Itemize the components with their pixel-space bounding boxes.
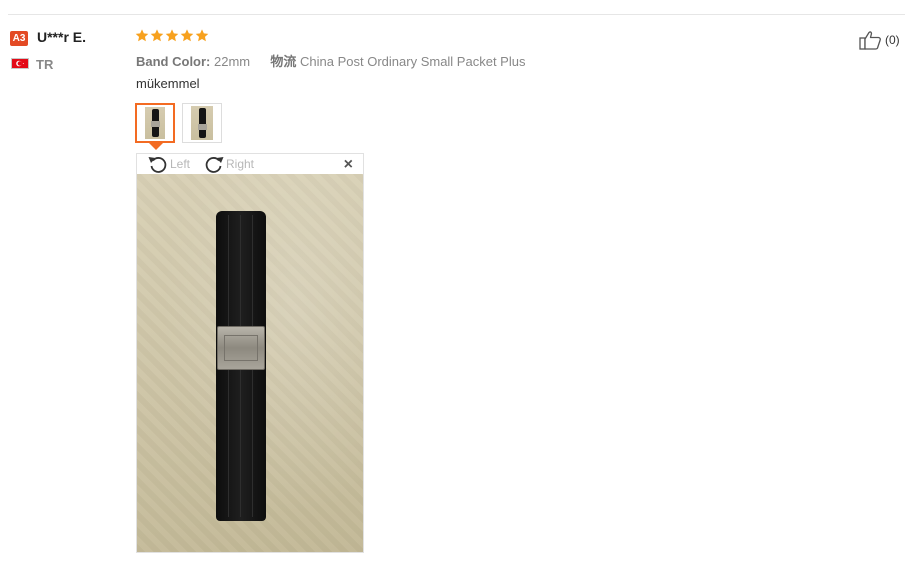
image-viewer-toolbar: Left Right ×	[137, 154, 363, 174]
buyer-level-badge: A3	[10, 31, 28, 46]
review-photo	[137, 174, 363, 552]
section-divider	[8, 14, 905, 15]
logistics-value: China Post Ordinary Small Packet Plus	[300, 54, 526, 69]
logistics-label: 物流	[270, 54, 297, 69]
helpful-button[interactable]: (0)	[859, 30, 900, 50]
rotate-right-label: Right	[226, 157, 255, 171]
star-icon	[150, 29, 164, 42]
reviewer-country: TR	[36, 57, 54, 72]
turkey-flag-icon	[11, 58, 29, 69]
rotate-left-icon	[148, 157, 167, 173]
rotate-right-button[interactable]: Right	[203, 154, 254, 174]
star-icon	[135, 29, 149, 42]
reviewer-name: U***r E.	[37, 29, 87, 45]
order-attributes: Band Color: 22mm 物流 China Post Ordinary …	[136, 51, 525, 70]
rotate-left-button[interactable]: Left	[147, 154, 190, 174]
buckle-image	[217, 326, 265, 370]
close-viewer-button[interactable]: ×	[344, 157, 353, 173]
selected-thumbnail-pointer	[149, 143, 163, 150]
rotate-left-label: Left	[170, 157, 191, 171]
band-color-value: 22mm	[214, 54, 251, 69]
review-thumbnail-2[interactable]	[182, 103, 222, 143]
review-thumbnail-1[interactable]	[135, 103, 175, 143]
image-viewer: Left Right ×	[136, 153, 364, 553]
helpful-count: (0)	[885, 33, 900, 47]
rotate-right-icon	[205, 157, 224, 173]
thumbs-up-icon	[859, 31, 881, 50]
star-icon	[180, 29, 194, 42]
star-rating	[135, 28, 209, 45]
band-color-label: Band Color:	[136, 54, 211, 69]
star-icon	[195, 29, 209, 42]
review-text: mükemmel	[136, 76, 200, 91]
star-icon	[165, 29, 179, 42]
